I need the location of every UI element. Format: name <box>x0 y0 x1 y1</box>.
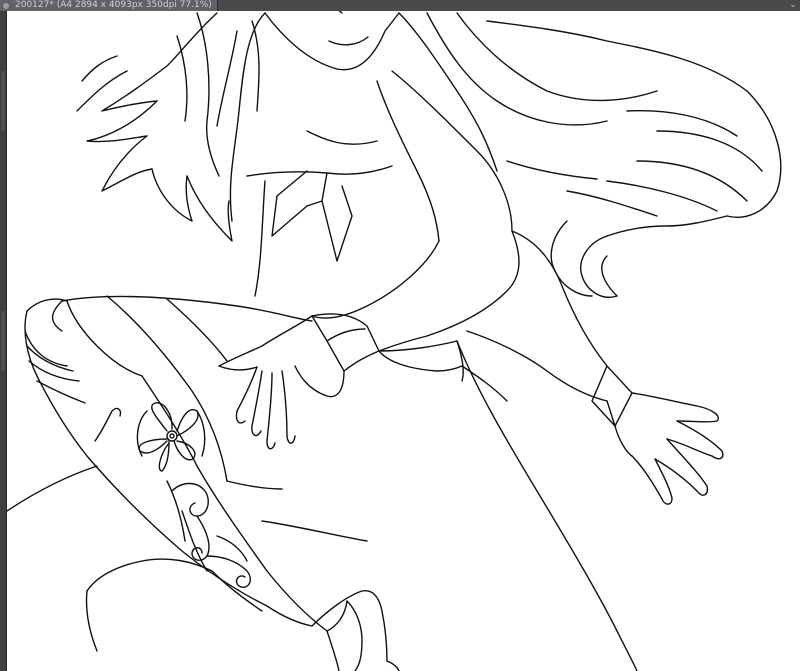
panel-handle[interactable] <box>1 311 5 371</box>
boot-outline <box>311 589 388 662</box>
document-tab-strip: 200127* (A4 2894 x 4093px 350dpi 77.1%) … <box>0 0 800 11</box>
document-tab[interactable]: 200127* (A4 2894 x 4093px 350dpi 77.1%) <box>0 0 218 11</box>
hair-left <box>229 12 266 222</box>
sleeve-cuff <box>311 313 380 372</box>
leg-outline <box>24 310 268 607</box>
hand-left <box>218 315 313 367</box>
line-art-illustration <box>7 11 782 671</box>
hair-right <box>398 12 498 172</box>
hand-right <box>631 392 719 423</box>
back-leg <box>86 558 213 592</box>
drawing-canvas[interactable] <box>7 11 800 671</box>
sailor-collar <box>306 130 378 145</box>
scroll-ornament <box>171 482 209 517</box>
floor-line <box>7 465 98 512</box>
face-outline <box>264 12 400 71</box>
left-panel-edge[interactable] <box>0 11 7 671</box>
panel-handle[interactable] <box>1 71 5 131</box>
document-tab-title: 200127* (A4 2894 x 4093px 350dpi 77.1%) <box>15 0 212 10</box>
smile-line <box>328 36 369 46</box>
neck-bow <box>271 170 308 237</box>
chevron-down-icon[interactable]: ⌄ <box>788 0 798 11</box>
shirt-left-side <box>254 180 266 297</box>
arm-right <box>511 230 608 367</box>
app-window: 200127* (A4 2894 x 4093px 350dpi 77.1%) … <box>0 0 800 671</box>
document-icon <box>3 2 9 9</box>
